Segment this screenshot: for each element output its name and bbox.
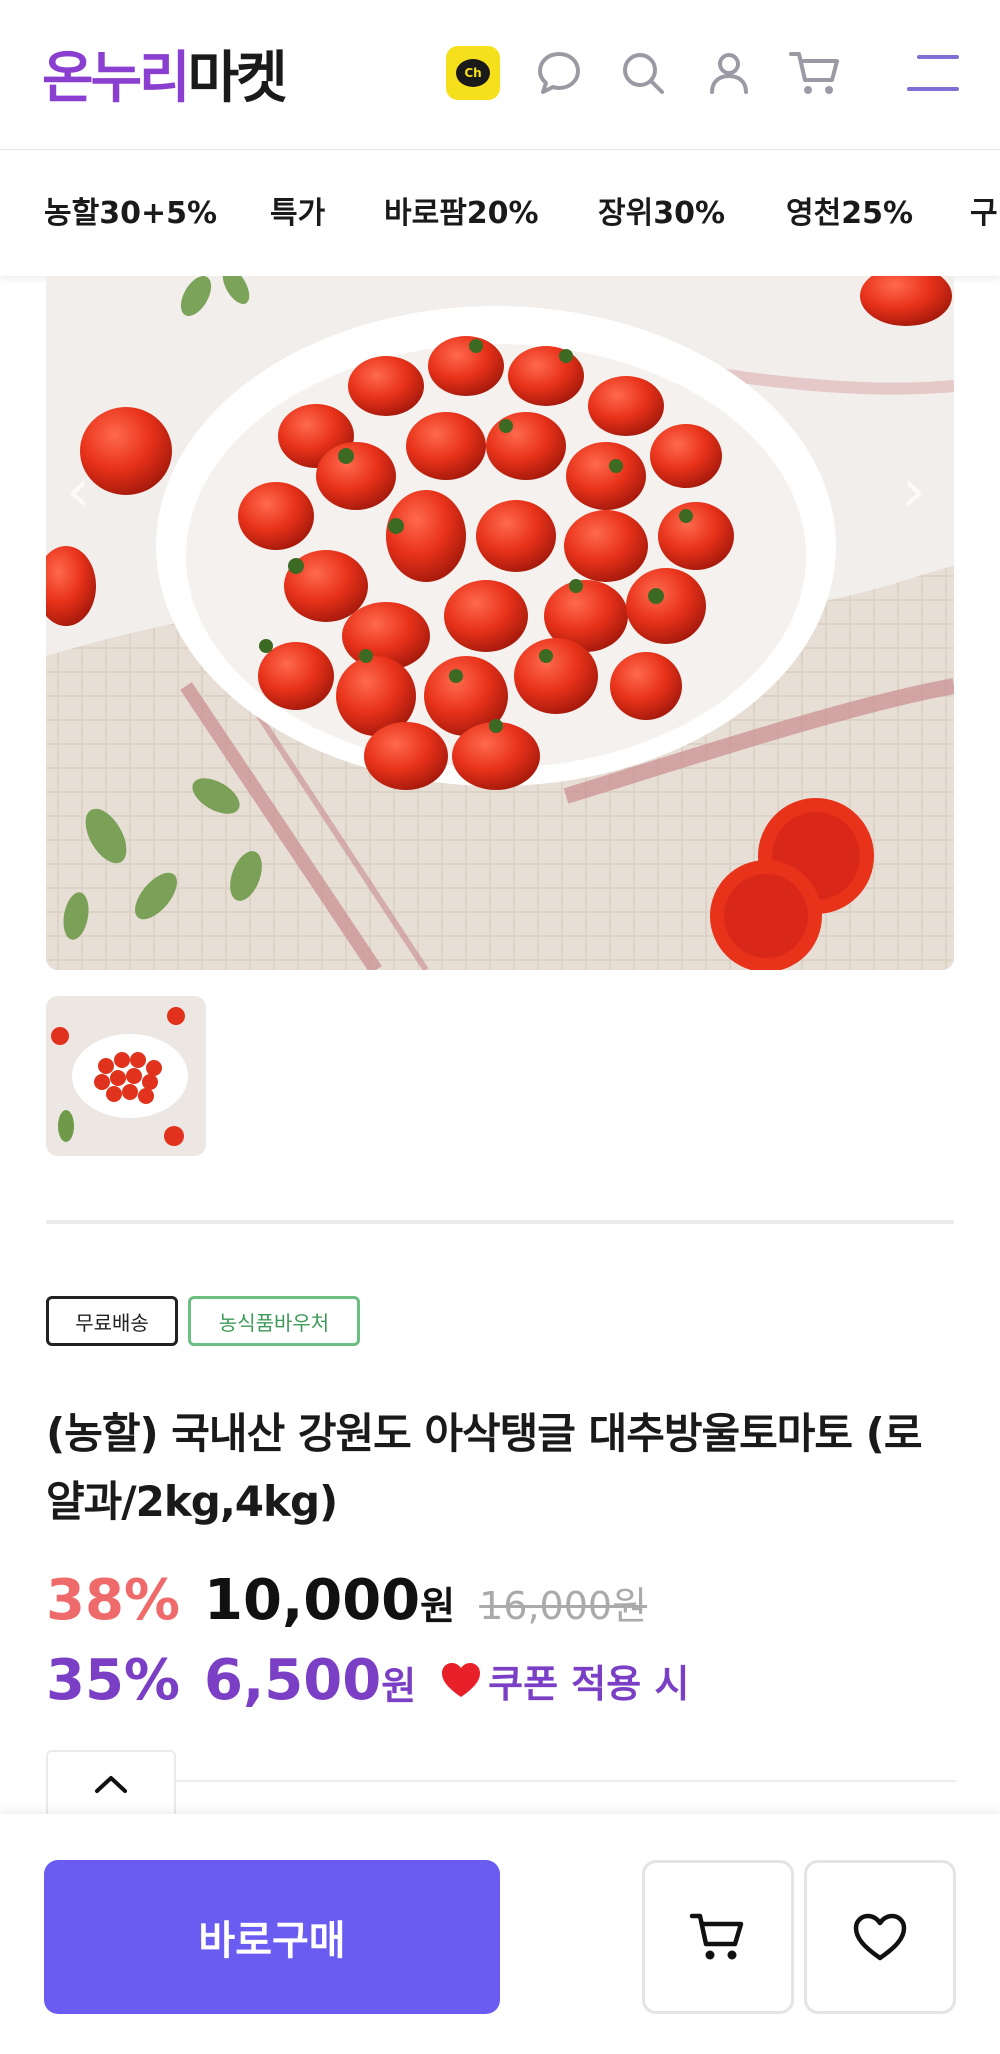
logo-part1: 온누리: [42, 45, 191, 111]
category-item[interactable]: 특가: [270, 188, 325, 232]
divider-line: [176, 1780, 956, 1782]
prev-image-arrow-icon[interactable]: ‹: [66, 456, 90, 526]
bottom-action-bar: 바로구매: [0, 1814, 1000, 2054]
cart-icon: [689, 1913, 744, 1960]
category-item[interactable]: 영천25%: [786, 188, 913, 232]
search-icon[interactable]: [614, 44, 672, 102]
header: 온누리 마켓 Ch: [0, 0, 1000, 150]
chat-icon[interactable]: [530, 44, 588, 102]
sale-price: 10,000: [204, 1568, 421, 1633]
sale-price-unit: 원: [420, 1584, 456, 1628]
coupon-note: 쿠폰 적용 시: [440, 1653, 689, 1708]
chevron-up-icon: [95, 1776, 127, 1793]
menu-icon[interactable]: [904, 44, 962, 102]
category-item[interactable]: 장위30%: [598, 188, 725, 232]
product-title: (농할) 국내산 강원도 아삭탱글 대추방울토마토 (로얄과/2kg,4kg): [46, 1409, 923, 1526]
product-image[interactable]: ‹ ›: [46, 276, 954, 970]
section-divider: [46, 1220, 954, 1224]
category-bar: 농할30+5% 특가 바로팜20% 장위30% 영천25% 구: [0, 150, 1000, 276]
coupon-discount-percent: 35%: [46, 1648, 181, 1713]
heart-icon: [442, 1663, 481, 1697]
site-logo[interactable]: 온누리 마켓: [42, 38, 288, 111]
discount-percent: 38%: [46, 1568, 181, 1633]
scroll-up-button[interactable]: [46, 1750, 176, 1816]
coupon-label: 쿠폰 적용 시: [488, 1661, 690, 1706]
heart-outline-icon: [853, 1913, 907, 1961]
buy-now-button[interactable]: 바로구매: [44, 1860, 500, 2014]
coupon-price: 6,500: [204, 1648, 382, 1713]
voucher-badge: 농식품바우처: [188, 1296, 360, 1346]
logo-part2: 마켓: [187, 45, 288, 111]
wishlist-button[interactable]: [804, 1860, 956, 2014]
coupon-price-row: 35% 6,500 원 쿠폰 적용 시: [46, 1648, 689, 1713]
coupon-price-unit: 원: [381, 1664, 417, 1708]
category-item[interactable]: 구: [970, 188, 998, 232]
product-thumbnail[interactable]: [46, 996, 206, 1156]
price-row: 38% 10,000 원 16,000원: [46, 1568, 647, 1633]
kakao-badge-text: Ch: [456, 59, 490, 87]
original-price: 16,000원: [479, 1584, 648, 1628]
free-shipping-badge: 무료배송: [46, 1296, 178, 1346]
user-icon[interactable]: [700, 44, 758, 102]
next-image-arrow-icon[interactable]: ›: [902, 456, 926, 526]
category-item[interactable]: 농할30+5%: [44, 188, 217, 232]
cart-icon[interactable]: [786, 44, 844, 102]
add-to-cart-button[interactable]: [642, 1860, 794, 2014]
kakao-channel-icon[interactable]: Ch: [444, 44, 502, 102]
category-item[interactable]: 바로팜20%: [384, 188, 539, 232]
